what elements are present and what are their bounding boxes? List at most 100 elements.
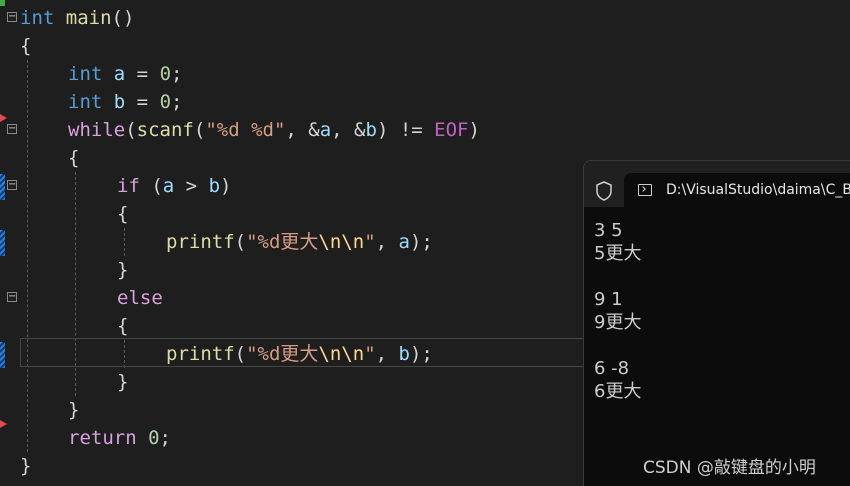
string-literal: " bbox=[364, 231, 376, 253]
function-name: main bbox=[65, 7, 112, 29]
punctuation: ) bbox=[468, 119, 480, 141]
punctuation: } bbox=[68, 399, 80, 421]
punctuation: ( bbox=[234, 231, 247, 253]
collapse-icon[interactable]: − bbox=[7, 292, 17, 302]
terminal-line: 5更大 bbox=[594, 243, 642, 264]
watermark: CSDN @敲键盘的小明 bbox=[643, 458, 816, 478]
variable: a bbox=[162, 175, 175, 197]
number: 0 bbox=[148, 427, 160, 449]
keyword: if bbox=[117, 175, 140, 197]
variable: a bbox=[398, 231, 410, 253]
collapse-icon[interactable]: − bbox=[7, 180, 17, 190]
variable: a bbox=[113, 63, 126, 85]
keyword: int bbox=[68, 63, 103, 85]
number: 0 bbox=[159, 91, 172, 113]
function-name: printf bbox=[166, 343, 235, 365]
change-marker bbox=[0, 174, 5, 200]
tab-title: D:\VisualStudio\daima\C_B bbox=[666, 182, 850, 198]
string-literal: " bbox=[364, 343, 376, 365]
operator: = bbox=[125, 63, 160, 85]
code-line: } bbox=[117, 256, 128, 284]
keyword: while bbox=[68, 119, 126, 141]
terminal-line: 6更大 bbox=[594, 381, 642, 402]
punctuation: ); bbox=[409, 231, 433, 253]
punctuation: () bbox=[111, 7, 135, 29]
variable: a bbox=[319, 119, 332, 141]
punctuation: , & bbox=[331, 119, 366, 141]
code-line: while(scanf("%d %d", &a, &b) != EOF) bbox=[68, 116, 480, 144]
breakpoint-arrow-icon[interactable] bbox=[0, 420, 7, 428]
code-line: } bbox=[20, 452, 31, 480]
terminal-icon bbox=[638, 184, 652, 196]
breakpoint-arrow-icon[interactable] bbox=[0, 114, 7, 122]
code-line: printf("%d更大\n\n", b); bbox=[166, 340, 433, 368]
terminal-line: 9 1 bbox=[594, 289, 623, 310]
indent-guide bbox=[124, 228, 125, 256]
punctuation: { bbox=[117, 315, 129, 337]
punctuation: ( bbox=[193, 119, 206, 141]
keyword: else bbox=[117, 287, 163, 309]
collapse-icon[interactable]: − bbox=[7, 124, 17, 134]
punctuation: ; bbox=[159, 427, 171, 449]
code-line: return 0; bbox=[68, 424, 171, 452]
punctuation: { bbox=[20, 35, 32, 57]
punctuation: , bbox=[375, 343, 399, 365]
terminal-line: 9更大 bbox=[594, 312, 642, 333]
punctuation: ) bbox=[220, 175, 232, 197]
keyword: int bbox=[68, 91, 103, 113]
number: 0 bbox=[159, 63, 172, 85]
function-name: printf bbox=[166, 231, 235, 253]
code-line: int a = 0; bbox=[68, 60, 182, 88]
variable: b bbox=[398, 343, 410, 365]
operator: ) != bbox=[376, 119, 435, 141]
terminal-window[interactable]: D:\VisualStudio\daima\C_B 3 5 5更大 9 1 9更大 … bbox=[583, 160, 850, 486]
collapse-icon[interactable]: − bbox=[7, 12, 17, 22]
terminal-tab[interactable]: D:\VisualStudio\daima\C_B bbox=[624, 173, 850, 207]
terminal-titlebar: D:\VisualStudio\daima\C_B bbox=[584, 161, 850, 207]
code-line: printf("%d更大\n\n", a); bbox=[166, 228, 433, 256]
indent-guide bbox=[27, 60, 28, 452]
shield-icon[interactable] bbox=[596, 181, 612, 201]
punctuation: , bbox=[375, 231, 399, 253]
keyword: return bbox=[68, 427, 137, 449]
punctuation: ( bbox=[139, 175, 163, 197]
operator: > bbox=[174, 175, 209, 197]
code-line: { bbox=[68, 144, 79, 172]
variable: b bbox=[113, 91, 126, 113]
punctuation: { bbox=[117, 203, 129, 225]
code-line: int b = 0; bbox=[68, 88, 182, 116]
code-line: } bbox=[68, 396, 79, 424]
change-marker bbox=[0, 0, 5, 6]
escape-sequence: \n\n bbox=[318, 231, 365, 253]
function-name: scanf bbox=[136, 119, 194, 141]
variable: b bbox=[208, 175, 221, 197]
code-line: int main() bbox=[20, 4, 134, 32]
punctuation: { bbox=[68, 147, 80, 169]
punctuation: ; bbox=[171, 63, 183, 85]
change-marker bbox=[0, 342, 5, 368]
terminal-output: 3 5 5更大 9 1 9更大 6 -8 6更大 bbox=[594, 219, 641, 403]
variable: b bbox=[365, 119, 377, 141]
punctuation: } bbox=[117, 371, 129, 393]
keyword: int bbox=[20, 7, 55, 29]
editor-gutter: − − − − bbox=[0, 0, 20, 485]
string-literal: "%d更大 bbox=[246, 343, 319, 365]
string-literal: "%d %d" bbox=[205, 119, 286, 141]
terminal-line: 3 5 bbox=[594, 220, 623, 241]
punctuation: } bbox=[20, 455, 32, 477]
punctuation: ( bbox=[125, 119, 137, 141]
code-line: else bbox=[117, 284, 163, 312]
punctuation: ; bbox=[171, 91, 183, 113]
terminal-line: 6 -8 bbox=[594, 358, 630, 379]
escape-sequence: \n\n bbox=[318, 343, 365, 365]
code-line: { bbox=[117, 312, 128, 340]
code-line: } bbox=[117, 368, 128, 396]
punctuation: , & bbox=[285, 119, 320, 141]
punctuation: } bbox=[117, 259, 129, 281]
code-line: { bbox=[117, 200, 128, 228]
operator: = bbox=[125, 91, 160, 113]
macro: EOF bbox=[434, 119, 469, 141]
punctuation: ( bbox=[234, 343, 247, 365]
